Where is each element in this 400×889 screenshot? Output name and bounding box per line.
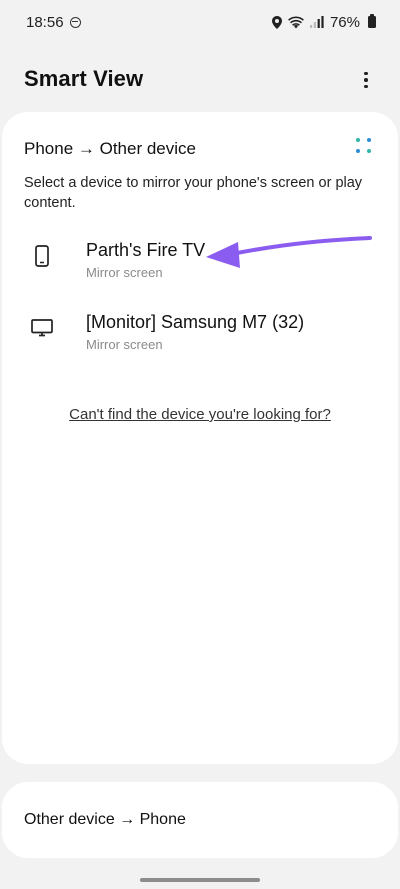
device-item-samsung-m7[interactable]: [Monitor] Samsung M7 (32) Mirror screen xyxy=(2,304,398,366)
scan-dot-icon xyxy=(356,149,360,153)
status-right: 76% xyxy=(271,13,376,31)
device-subtitle: Mirror screen xyxy=(86,265,163,280)
more-dot-icon xyxy=(364,71,368,76)
status-time: 18:56 xyxy=(26,13,64,31)
device-name: [Monitor] Samsung M7 (32) xyxy=(86,312,305,332)
scan-dot-icon xyxy=(367,138,371,142)
page-title: Smart View xyxy=(24,66,144,91)
app-header: Smart View xyxy=(0,60,400,102)
home-gesture-handle[interactable] xyxy=(140,878,260,882)
section-title-device-to-phone: Other device → Phone xyxy=(24,811,186,828)
device-subtitle: Mirror screen xyxy=(86,337,163,352)
scan-dot-icon xyxy=(367,149,371,153)
more-dot-icon xyxy=(364,78,368,82)
signal-icon xyxy=(309,16,324,28)
phone-icon xyxy=(30,244,54,268)
phone-to-device-card: Phone → Other device Select a device to … xyxy=(2,112,398,764)
status-left: 18:56 xyxy=(26,14,81,31)
battery-icon xyxy=(368,14,376,28)
monitor-icon xyxy=(30,316,54,340)
device-to-phone-card[interactable]: Other device → Phone xyxy=(2,782,398,858)
device-item-fire-tv[interactable]: Parth's Fire TV Mirror screen xyxy=(2,232,398,294)
location-icon xyxy=(271,15,282,29)
more-dot-icon xyxy=(364,84,368,89)
section-title-phone-to-device: Phone → Other device xyxy=(24,139,196,158)
description-text: Select a device to mirror your phone's s… xyxy=(24,175,363,211)
device-name: Parth's Fire TV xyxy=(86,240,206,260)
cant-find-device-link[interactable]: Can't find the device you're looking for… xyxy=(2,406,398,423)
more-options-button[interactable] xyxy=(354,68,378,92)
wifi-icon xyxy=(288,16,304,28)
status-bar: 18:56 76% xyxy=(0,0,400,44)
do-not-disturb-icon xyxy=(69,16,81,28)
battery-percent: 76% xyxy=(329,13,360,31)
scanning-icon xyxy=(355,137,373,155)
scan-dot-icon xyxy=(356,138,360,142)
